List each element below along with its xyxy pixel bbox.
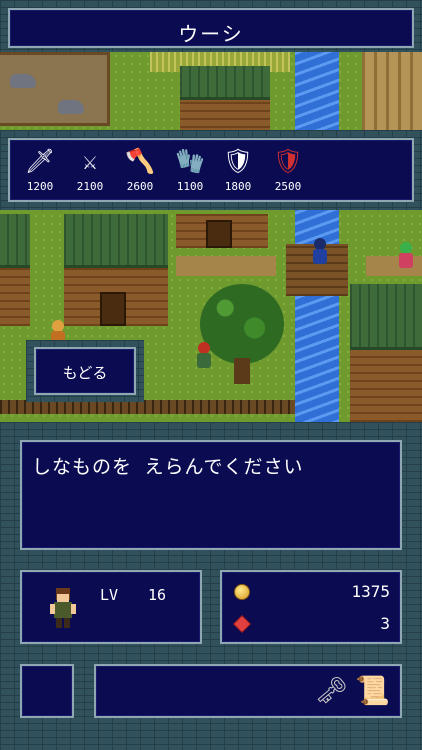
fence xyxy=(0,400,295,414)
armor-icon: 🛡 xyxy=(222,147,254,175)
red-gem-icon xyxy=(232,614,252,634)
message-text: しなものを えらんでください xyxy=(32,456,304,478)
npc-green-hair[interactable] xyxy=(396,242,416,270)
shop-item-gauntlet[interactable]: 🧤 1100 xyxy=(168,146,212,193)
back-button-label: もどる xyxy=(62,364,108,382)
scroll-map-icon[interactable]: 📜 xyxy=(355,674,390,707)
town-title: ウーシ xyxy=(178,22,244,46)
house xyxy=(0,214,30,326)
red-shield-icon: 🛡 xyxy=(272,147,304,175)
menu-slot[interactable] xyxy=(20,664,74,718)
gem-amount: 3 xyxy=(380,614,390,633)
house xyxy=(350,284,422,422)
item-price: 1200 xyxy=(26,180,54,193)
house xyxy=(64,214,168,326)
farm-field xyxy=(362,52,422,132)
shop-item-shield[interactable]: 🛡 2500 xyxy=(266,146,310,193)
river xyxy=(295,52,339,422)
npc-redhead[interactable] xyxy=(194,342,214,370)
axe-icon: 🪓 xyxy=(125,147,155,175)
shop-item-axe[interactable]: 🪓 2600 xyxy=(118,146,162,193)
wolf-sprite xyxy=(10,74,36,88)
shop-item-bar: 🗡 1200 ⚔ 2100 🪓 2600 🧤 1100 🛡 1800 🛡 250… xyxy=(8,138,414,202)
dirt-path xyxy=(176,256,276,276)
item-price: 2500 xyxy=(274,180,302,193)
level-label: LV xyxy=(100,586,119,604)
key-icon[interactable]: 🗝 xyxy=(315,676,348,706)
player-status-panel: LV 16 xyxy=(20,570,202,644)
back-button[interactable]: もどる xyxy=(34,347,136,395)
sword-icon: 🗡 xyxy=(24,147,56,175)
title-panel: ウーシ xyxy=(8,8,414,48)
shop-item-scimitar[interactable]: ⚔ 2100 xyxy=(68,146,112,193)
item-price: 2600 xyxy=(126,180,154,193)
gold-amount: 1375 xyxy=(351,582,390,601)
item-price: 1100 xyxy=(176,180,204,193)
shop-item-armor[interactable]: 🛡 1800 xyxy=(216,146,260,193)
house xyxy=(176,214,268,248)
npc-blue[interactable] xyxy=(310,238,330,266)
wallet-panel: 1375 3 xyxy=(220,570,402,644)
house xyxy=(180,66,270,136)
item-price: 1800 xyxy=(224,180,252,193)
tool-slot: 🗝 📜 xyxy=(94,664,402,718)
player-avatar xyxy=(50,588,76,628)
scimitar-icon: ⚔ xyxy=(82,147,98,175)
level-value: 16 xyxy=(148,586,167,604)
tree-trunk xyxy=(234,358,250,384)
message-box: しなものを えらんでください xyxy=(20,440,402,550)
gauntlet-icon: 🧤 xyxy=(175,147,205,175)
shop-item-sword[interactable]: 🗡 1200 xyxy=(18,146,62,193)
animal-pen xyxy=(0,52,110,126)
gold-coin-icon xyxy=(234,584,250,600)
item-price: 2100 xyxy=(76,180,104,193)
wolf-sprite xyxy=(58,100,84,114)
